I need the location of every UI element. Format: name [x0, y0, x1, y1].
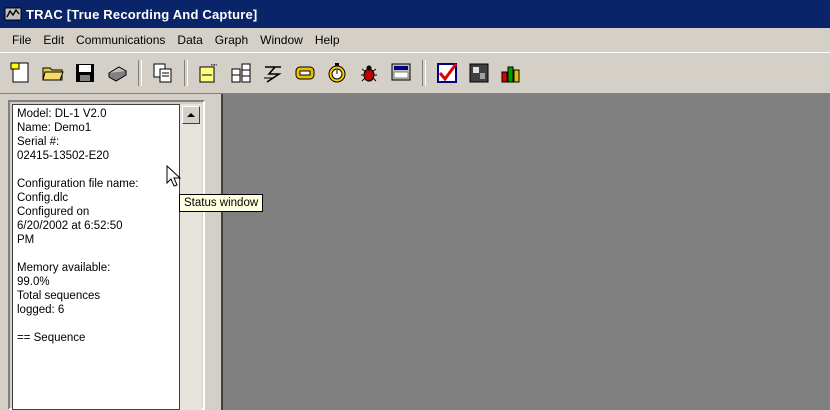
- bug-icon[interactable]: [356, 60, 382, 86]
- menu-bar: File Edit Communications Data Graph Wind…: [0, 28, 830, 52]
- status-spacer: [17, 163, 175, 177]
- chart-image-icon[interactable]: [466, 60, 492, 86]
- mdi-workspace[interactable]: [221, 94, 830, 410]
- status-spacer: [17, 317, 175, 331]
- status-line: Config.dlc: [17, 192, 69, 204]
- status-line: PM: [17, 234, 35, 246]
- copy-icon[interactable]: [150, 60, 176, 86]
- monitor-icon[interactable]: [388, 60, 414, 86]
- status-line: Total sequences: [17, 290, 101, 302]
- svg-text:"'': "'': [211, 63, 217, 72]
- status-line: Memory available:: [17, 262, 111, 274]
- menu-data[interactable]: Data: [171, 30, 208, 50]
- edit-config-icon[interactable]: "'': [196, 60, 222, 86]
- menu-file[interactable]: File: [6, 30, 37, 50]
- status-line: 02415-13502-E20: [17, 150, 110, 162]
- status-spacer: [17, 247, 175, 261]
- title-bar: TRAC [True Recording And Capture]: [0, 0, 830, 28]
- scroll-up-button[interactable]: [182, 106, 200, 124]
- waveform-icon[interactable]: [260, 60, 286, 86]
- status-line: Configuration file name:: [17, 178, 139, 190]
- toolbar-separator: [422, 60, 426, 86]
- timer-icon[interactable]: [324, 60, 350, 86]
- chevron-up-icon: [187, 113, 195, 117]
- mouse-cursor-icon: [166, 165, 182, 187]
- status-list[interactable]: Model: DL-1 V2.0 Name: Demo1 Serial #: 0241…: [12, 104, 180, 410]
- status-line: 6/20/2002 at 6:52:50: [17, 220, 123, 232]
- toolbar-separator: [184, 60, 188, 86]
- save-icon[interactable]: [72, 60, 98, 86]
- bar-graph-icon[interactable]: [498, 60, 524, 86]
- menu-communications[interactable]: Communications: [70, 30, 171, 50]
- app-icon[interactable]: [4, 5, 22, 23]
- toolbar: "'': [0, 52, 830, 94]
- status-line: logged: 6: [17, 304, 65, 316]
- menu-window[interactable]: Window: [254, 30, 309, 50]
- open-folder-icon[interactable]: [40, 60, 66, 86]
- status-line: Serial #:: [17, 136, 60, 148]
- channel-grid-icon[interactable]: [228, 60, 254, 86]
- status-line: Name: Demo1: [17, 122, 92, 134]
- toolbar-separator: [138, 60, 142, 86]
- status-line: Model: DL-1 V2.0: [17, 108, 107, 120]
- status-line: == Sequence: [17, 332, 86, 344]
- window-title: TRAC [True Recording And Capture]: [26, 6, 258, 22]
- checkmark-icon[interactable]: [434, 60, 460, 86]
- status-scrollbar[interactable]: [180, 104, 202, 410]
- connect-icon[interactable]: [292, 60, 318, 86]
- new-file-icon[interactable]: [8, 60, 34, 86]
- menu-help[interactable]: Help: [309, 30, 346, 50]
- menu-graph[interactable]: Graph: [209, 30, 254, 50]
- print-icon[interactable]: [104, 60, 130, 86]
- menu-edit[interactable]: Edit: [37, 30, 70, 50]
- status-line: Configured on: [17, 206, 90, 218]
- status-line: 99.0%: [17, 276, 50, 288]
- tooltip: Status window: [179, 194, 264, 212]
